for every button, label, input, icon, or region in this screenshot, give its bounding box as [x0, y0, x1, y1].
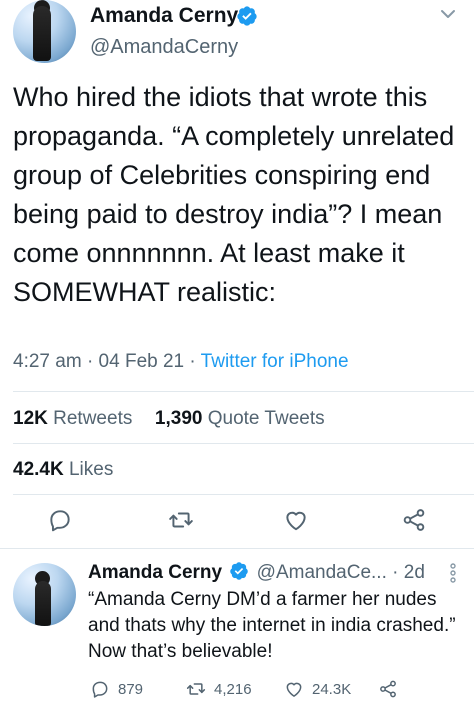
tweet-source[interactable]: Twitter for iPhone — [201, 351, 349, 372]
like-count: 24.3K — [312, 680, 352, 698]
reply-text: “Amanda Cerny DM’d a farmer her nudes an… — [88, 589, 456, 662]
author-name[interactable]: Amanda Cerny — [90, 4, 238, 28]
divider — [13, 443, 474, 444]
avatar[interactable] — [13, 563, 76, 626]
share-button[interactable] — [378, 677, 406, 701]
main-tweet: Amanda Cerny @AmandaCerny Who hired the … — [0, 0, 474, 548]
reply-action-bar: 879 4,216 24.3K — [88, 677, 468, 701]
tweet-action-bar — [0, 507, 474, 537]
retweet-count: 4,216 — [214, 680, 252, 698]
quote-tweets-label: Quote Tweets — [207, 408, 325, 429]
author-handle[interactable]: @AmandaCerny — [90, 36, 238, 59]
divider — [13, 391, 474, 392]
meta-separator: · — [392, 562, 404, 583]
retweet-count-button[interactable]: 4,216 — [186, 677, 252, 701]
tweet-text: Who hired the idiots that wrote this pro… — [13, 82, 462, 307]
reply-age[interactable]: 2d — [404, 562, 425, 583]
divider — [13, 494, 474, 495]
quote-tweets-stat[interactable]: 1,390 Quote Tweets — [155, 408, 325, 429]
tweet-metadata: 4:27 am · 04 Feb 21 · Twitter for iPhone — [13, 351, 349, 373]
reply-tweet[interactable]: Amanda Cerny @AmandaCe... · 2d “Amanda C… — [0, 549, 474, 718]
tweet-time[interactable]: 4:27 am — [13, 351, 82, 372]
retweet-icon[interactable] — [168, 507, 194, 533]
avatar-figure-shape — [33, 6, 51, 61]
meta-separator: · — [86, 351, 99, 372]
heart-icon[interactable] — [283, 507, 309, 533]
retweet-stats: 12K Retweets 1,390 Quote Tweets — [13, 408, 325, 430]
reply-icon — [92, 681, 108, 698]
quote-tweets-count: 1,390 — [154, 408, 203, 429]
reply-author-name[interactable]: Amanda Cerny — [88, 562, 222, 583]
share-icon[interactable] — [401, 507, 427, 533]
retweet-icon — [186, 683, 206, 695]
likes-stats: 42.4K Likes — [13, 459, 113, 481]
likes-stat[interactable]: 42.4K Likes — [13, 459, 113, 480]
heart-icon — [286, 682, 302, 697]
reply-author-handle[interactable]: @AmandaCe... — [257, 562, 387, 583]
like-count-button[interactable]: 24.3K — [284, 677, 351, 701]
tweet-date[interactable]: 04 Feb 21 — [99, 351, 185, 372]
retweets-label: Retweets — [53, 408, 133, 429]
share-icon — [380, 680, 396, 698]
verified-badge-icon — [230, 562, 249, 580]
retweets-count: 12K — [13, 408, 48, 429]
reply-count-button[interactable]: 879 — [90, 677, 143, 701]
chevron-down-icon[interactable] — [440, 8, 456, 20]
avatar[interactable] — [13, 0, 76, 63]
reply-count: 879 — [118, 680, 144, 698]
likes-label: Likes — [68, 459, 114, 480]
reply-header: Amanda Cerny @AmandaCe... · 2d — [88, 561, 425, 584]
more-vertical-icon[interactable] — [446, 561, 460, 585]
retweets-stat[interactable]: 12K Retweets — [13, 408, 132, 429]
reply-icon[interactable] — [47, 507, 73, 533]
likes-count: 42.4K — [13, 459, 64, 480]
avatar-figure-shape — [35, 581, 51, 626]
verified-badge-icon — [237, 6, 257, 26]
meta-separator: · — [189, 351, 201, 372]
